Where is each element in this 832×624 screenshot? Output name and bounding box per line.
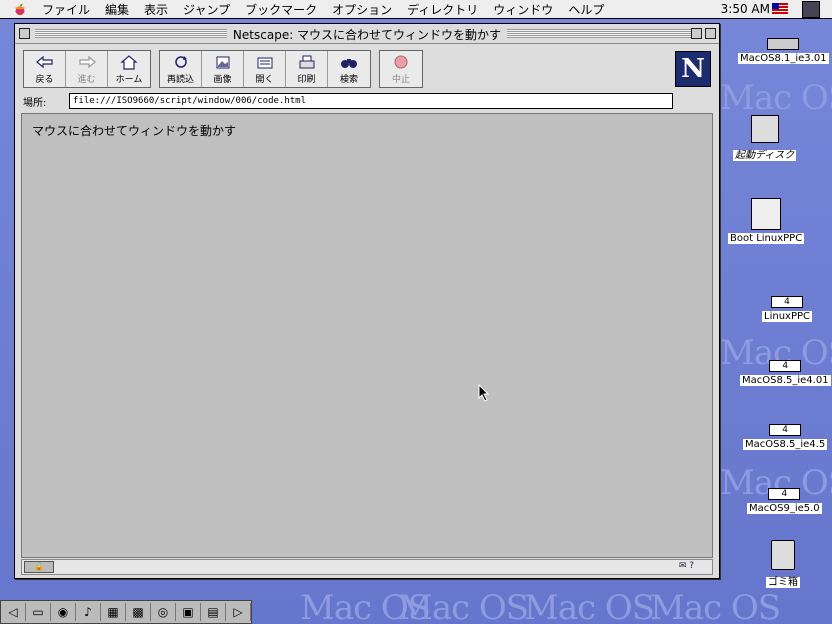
drive-icon: 4	[769, 424, 802, 436]
reload-button[interactable]: 再読込	[160, 51, 202, 87]
zoom-box[interactable]	[691, 28, 702, 39]
strip-file-sharing-icon[interactable]: ▣	[176, 603, 201, 621]
menu-window[interactable]: ウィンドウ	[493, 1, 553, 18]
action-group: 再読込 画像 開く 印刷 検索	[159, 50, 371, 88]
penguin-icon	[751, 198, 782, 230]
menu-options[interactable]: オプション	[332, 1, 392, 18]
apple-menu-icon[interactable]	[12, 2, 28, 16]
trash-icon	[771, 540, 795, 570]
browser-window: Netscape: マウスに合わせてウィンドウを動かす 戻る 進む ホーム 再読…	[14, 23, 720, 579]
menu-go[interactable]: ジャンプ	[183, 1, 230, 18]
menu-edit[interactable]: 編集	[105, 1, 129, 18]
startup-disk-icon	[750, 115, 779, 143]
page-content: マウスに合わせてウィンドウを動かす	[21, 113, 713, 558]
location-input[interactable]: file:///ISO9660/script/window/006/code.h…	[69, 93, 673, 109]
desktop-icon-linuxppc[interactable]: 4 LinuxPPC	[762, 296, 812, 322]
menu-directory[interactable]: ディレクトリ	[407, 1, 478, 18]
mouse-pointer-icon	[478, 384, 490, 402]
status-bar: 🔓 ✉ ?	[21, 559, 713, 575]
printer-icon	[299, 55, 314, 69]
strip-collapse-icon[interactable]: ◁	[1, 603, 26, 621]
menu-view[interactable]: 表示	[144, 1, 168, 18]
desktop-pattern-text: Mac OS	[524, 588, 655, 624]
page-text: マウスに合わせてウィンドウを動かす	[32, 124, 237, 138]
nav-group: 戻る 進む ホーム	[23, 50, 151, 88]
desktop-pattern-text: Mac OS	[720, 78, 832, 118]
desktop-icon-disk[interactable]: MacOS8.1_ie3.01	[738, 38, 829, 64]
drive-icon: 4	[769, 360, 802, 372]
desktop-pattern-text: Mac OS	[650, 588, 781, 624]
strip-expand-icon[interactable]: ▷	[226, 603, 251, 621]
stop-icon	[394, 55, 408, 69]
images-icon	[216, 56, 229, 69]
forward-arrow-icon	[78, 55, 96, 69]
desktop-icon-macos85-ie45[interactable]: 4 MacOS8.5_ie4.5	[743, 424, 828, 450]
mail-icon[interactable]: ✉ ?	[679, 561, 694, 571]
netscape-logo-icon[interactable]: N	[675, 51, 711, 87]
menubar-clock[interactable]: 3:50 AM	[721, 2, 770, 16]
toolbar: 戻る 進む ホーム 再読込 画像 開く 印刷 検索 中止	[23, 50, 431, 88]
back-arrow-icon	[35, 55, 53, 69]
strip-cd-icon[interactable]: ◎	[151, 603, 176, 621]
back-button[interactable]: 戻る	[24, 51, 66, 87]
reload-icon	[174, 56, 187, 68]
images-button[interactable]: 画像	[202, 51, 244, 87]
drive-icon: 4	[771, 296, 803, 308]
forward-button[interactable]: 進む	[66, 51, 108, 87]
home-icon	[120, 55, 138, 70]
stop-group: 中止	[379, 50, 423, 88]
control-strip: ◁ ▭ ◉ ♪ ▦ ▩ ◎ ▣ ▤ ▷	[0, 600, 252, 624]
menu-file[interactable]: ファイル	[42, 1, 90, 18]
find-button[interactable]: 検索	[328, 51, 370, 87]
disk-drive-icon	[767, 38, 800, 50]
desktop-icon-macos85-ie401[interactable]: 4 MacOS8.5_ie4.01	[740, 360, 831, 386]
collapse-box[interactable]	[705, 28, 716, 39]
keyboard-flag-icon[interactable]	[772, 3, 788, 14]
close-box[interactable]	[19, 28, 30, 39]
location-bar: 場所: file:///ISO9660/script/window/006/co…	[23, 93, 673, 109]
print-button[interactable]: 印刷	[286, 51, 328, 87]
strip-printer-icon[interactable]: ▤	[201, 603, 226, 621]
location-label: 場所:	[23, 97, 47, 109]
desktop-icon-startup-disk[interactable]: 起動ディスク	[733, 115, 797, 161]
stop-button[interactable]: 中止	[380, 51, 422, 87]
binoculars-icon	[341, 59, 357, 68]
open-button[interactable]: 開く	[244, 51, 286, 87]
home-button[interactable]: ホーム	[108, 51, 150, 87]
strip-microphone-icon[interactable]: ◉	[51, 603, 76, 621]
strip-resolution-icon[interactable]: ▩	[126, 603, 151, 621]
strip-monitor-color-icon[interactable]: ▦	[101, 603, 126, 621]
strip-speaker-icon[interactable]: ♪	[76, 603, 101, 621]
menu-help[interactable]: ヘルプ	[568, 1, 604, 18]
desktop-pattern-text: Mac OS	[398, 588, 529, 624]
desktop-icon-macos9-ie50[interactable]: 4 MacOS9_ie5.0	[747, 488, 822, 514]
application-menu-icon[interactable]	[802, 1, 820, 18]
desktop-icon-boot-linux[interactable]: Boot LinuxPPC	[728, 198, 805, 244]
drive-icon: 4	[768, 488, 801, 500]
open-icon	[257, 57, 272, 69]
menu-bookmarks[interactable]: ブックマーク	[245, 1, 317, 18]
window-titlebar[interactable]: Netscape: マウスに合わせてウィンドウを動かす	[15, 24, 719, 44]
desktop-icon-trash[interactable]: ゴミ箱	[766, 540, 800, 588]
strip-computer-icon[interactable]: ▭	[26, 603, 51, 621]
security-lock-icon[interactable]: 🔓	[24, 561, 54, 573]
menu-bar: ファイル 編集 表示 ジャンプ ブックマーク オプション ディレクトリ ウィンド…	[0, 0, 832, 19]
window-title: Netscape: マウスに合わせてウィンドウを動かす	[226, 26, 508, 43]
